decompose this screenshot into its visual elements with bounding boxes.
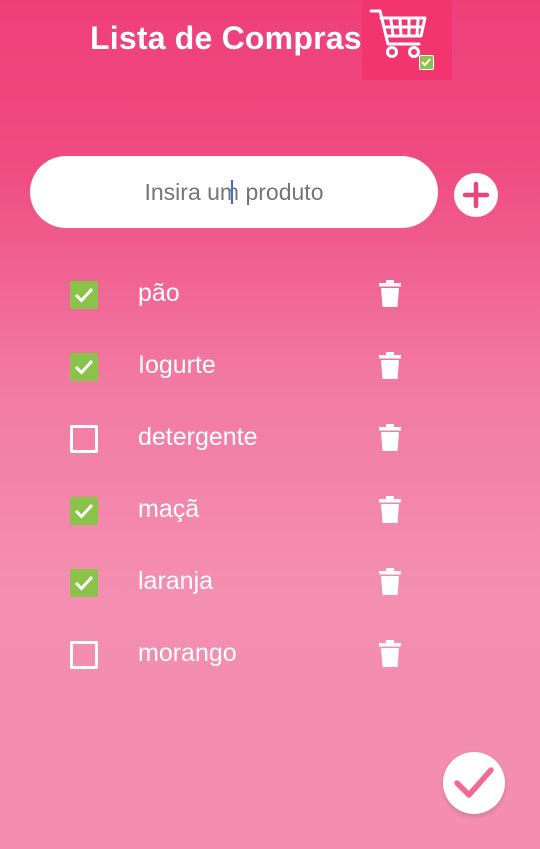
item-label: Iogurte bbox=[138, 351, 216, 379]
check-icon bbox=[74, 575, 94, 591]
list-item: Iogurte bbox=[0, 330, 540, 402]
list-item: detergente bbox=[0, 402, 540, 474]
check-icon bbox=[74, 359, 94, 375]
item-label: maçã bbox=[138, 495, 200, 523]
product-input-wrapper[interactable] bbox=[30, 156, 438, 228]
checkmark-icon bbox=[454, 767, 494, 798]
item-label: laranja bbox=[138, 567, 214, 595]
trash-icon[interactable] bbox=[378, 568, 402, 601]
item-checkbox[interactable] bbox=[70, 281, 98, 309]
add-product-button[interactable] bbox=[454, 173, 498, 217]
item-checkbox[interactable] bbox=[70, 425, 98, 453]
cart-check-badge-icon bbox=[419, 55, 434, 70]
item-label: morango bbox=[138, 639, 237, 667]
item-checkbox[interactable] bbox=[70, 497, 98, 525]
app-header: Lista de Compras bbox=[0, 0, 540, 80]
trash-icon[interactable] bbox=[378, 496, 402, 529]
check-icon bbox=[74, 287, 94, 303]
trash-icon[interactable] bbox=[378, 424, 402, 457]
done-button[interactable] bbox=[443, 752, 505, 814]
trash-icon[interactable] bbox=[378, 280, 402, 313]
list-item: pão bbox=[0, 258, 540, 330]
list-item: morango bbox=[0, 618, 540, 690]
list-item: maçã bbox=[0, 474, 540, 546]
item-label: pão bbox=[138, 279, 180, 307]
item-label: detergente bbox=[138, 423, 258, 451]
item-checkbox[interactable] bbox=[70, 641, 98, 669]
item-checkbox[interactable] bbox=[70, 353, 98, 381]
check-icon bbox=[74, 503, 94, 519]
item-checkbox[interactable] bbox=[70, 569, 98, 597]
list-item: laranja bbox=[0, 546, 540, 618]
app-title: Lista de Compras bbox=[90, 20, 362, 56]
trash-icon[interactable] bbox=[378, 352, 402, 385]
trash-icon[interactable] bbox=[378, 640, 402, 673]
text-caret bbox=[231, 180, 233, 204]
plus-icon bbox=[462, 181, 490, 209]
product-input[interactable] bbox=[30, 156, 438, 228]
shopping-cart-icon bbox=[362, 0, 452, 80]
